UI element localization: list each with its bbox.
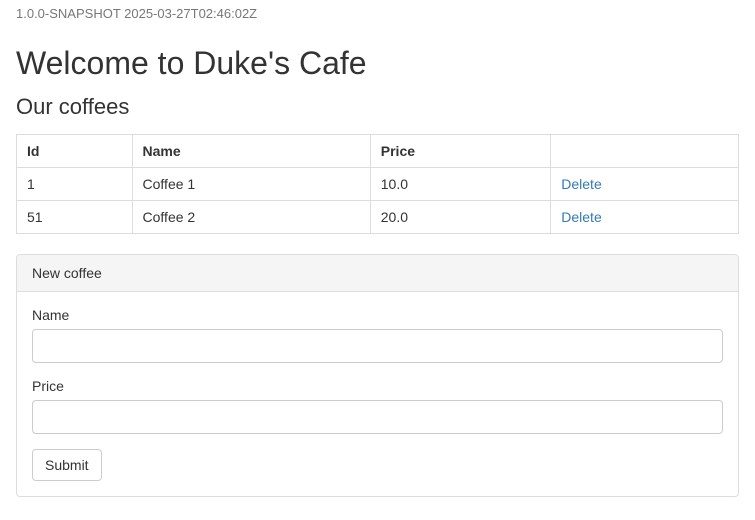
delete-link[interactable]: Delete xyxy=(561,176,601,192)
price-label: Price xyxy=(32,378,723,394)
submit-button[interactable]: Submit xyxy=(32,449,102,481)
cell-price: 20.0 xyxy=(370,201,551,234)
column-header-price: Price xyxy=(370,135,551,168)
new-coffee-panel: New coffee Name Price Submit xyxy=(16,254,739,497)
cell-price: 10.0 xyxy=(370,168,551,201)
column-header-actions xyxy=(551,135,739,168)
cell-id: 51 xyxy=(17,201,133,234)
version-info: 1.0.0-SNAPSHOT 2025-03-27T02:46:02Z xyxy=(16,0,739,27)
delete-link[interactable]: Delete xyxy=(561,209,601,225)
panel-title: New coffee xyxy=(17,255,738,292)
name-input[interactable] xyxy=(32,329,723,363)
cell-id: 1 xyxy=(17,168,133,201)
page-title: Welcome to Duke's Cafe xyxy=(16,45,739,82)
name-label: Name xyxy=(32,307,723,323)
section-title: Our coffees xyxy=(16,94,739,120)
cell-name: Coffee 2 xyxy=(132,201,370,234)
cell-name: Coffee 1 xyxy=(132,168,370,201)
coffees-table: Id Name Price 1 Coffee 1 10.0 Delete 51 … xyxy=(16,134,739,234)
column-header-name: Name xyxy=(132,135,370,168)
table-row: 51 Coffee 2 20.0 Delete xyxy=(17,201,739,234)
column-header-id: Id xyxy=(17,135,133,168)
table-row: 1 Coffee 1 10.0 Delete xyxy=(17,168,739,201)
price-input[interactable] xyxy=(32,400,723,434)
